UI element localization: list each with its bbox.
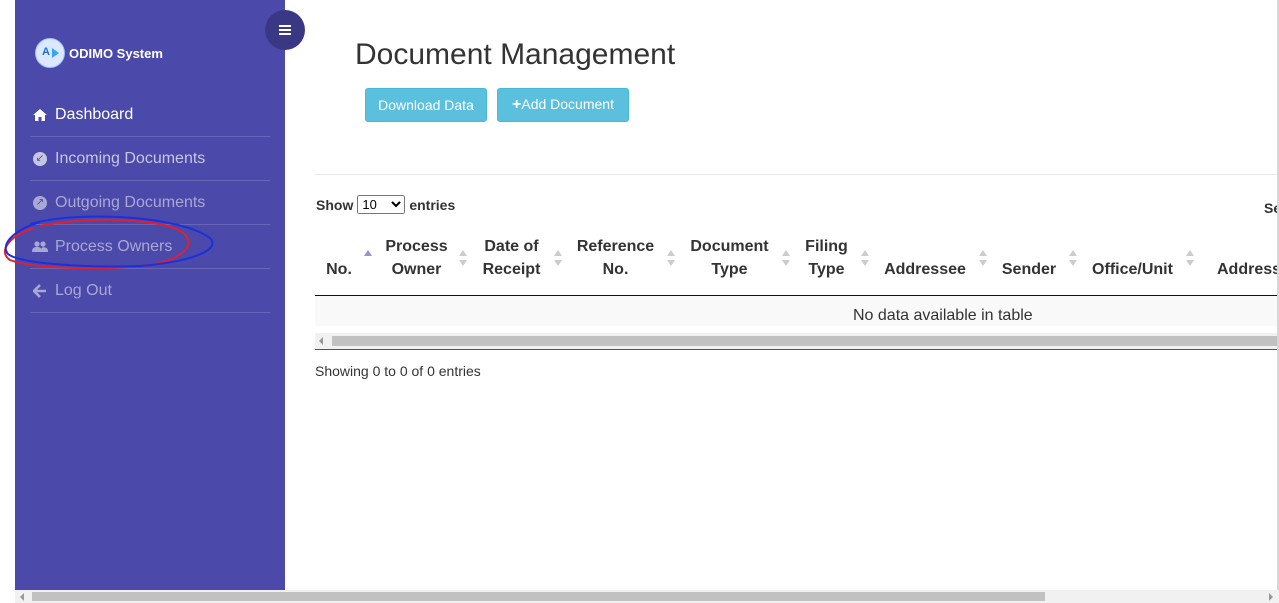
column-label: Reference No. — [576, 238, 655, 278]
page-horizontal-scrollbar[interactable] — [15, 590, 1279, 603]
sort-icon — [554, 250, 562, 268]
table-info: Showing 0 to 0 of 0 entries — [315, 363, 481, 379]
arrow-up-right-circle-icon: ↗ — [30, 195, 50, 210]
column-header-document-type[interactable]: Document Type — [678, 230, 793, 296]
table-horizontal-scrollbar[interactable] — [315, 333, 1279, 350]
scrollbar-thumb[interactable] — [32, 592, 1045, 601]
documents-table: No. Process Owner Date of Receipt Refere… — [315, 230, 1279, 326]
sort-icon — [782, 250, 790, 268]
sort-icon — [979, 250, 987, 268]
annotation-marks — [4, 215, 214, 270]
add-document-label: Add Document — [521, 96, 614, 112]
column-header-no[interactable]: No. — [315, 230, 375, 296]
sidebar-toggle-button[interactable] — [265, 10, 305, 50]
sidebar-nav: Dashboard ↙ Incoming Documents ↗ Outgoin… — [30, 93, 270, 313]
section-divider — [315, 174, 1279, 175]
column-label: Process Owner — [385, 238, 448, 278]
column-header-reference-no[interactable]: Reference No. — [565, 230, 678, 296]
sort-icon — [1186, 250, 1194, 268]
app-logo-icon: A — [35, 38, 65, 68]
entries-length-control: Show 10 entries — [316, 195, 455, 214]
sort-icon — [861, 250, 869, 268]
column-label: Addressee — [1217, 261, 1279, 278]
left-edge — [0, 0, 15, 590]
column-label: Date of Receipt — [482, 238, 541, 278]
sort-icon — [667, 250, 675, 268]
column-label: Addressee — [884, 261, 966, 278]
sidebar-item-incoming-documents[interactable]: ↙ Incoming Documents — [30, 137, 270, 181]
length-prefix: Show — [316, 196, 354, 213]
column-header-office-unit[interactable]: Office/Unit — [1080, 230, 1197, 296]
scroll-right-icon[interactable] — [1269, 593, 1273, 601]
sort-icon — [1069, 250, 1077, 268]
column-label: Filing Type — [805, 238, 848, 278]
column-label: Office/Unit — [1092, 261, 1173, 278]
column-header-addressee[interactable]: Addressee — [872, 230, 990, 296]
documents-table-scroll: No. Process Owner Date of Receipt Refere… — [315, 230, 1279, 350]
sidebar-item-label: Incoming Documents — [55, 149, 206, 167]
download-data-button[interactable]: Download Data — [365, 88, 487, 122]
home-icon — [30, 108, 50, 122]
app-name: ODIMO System — [69, 45, 163, 61]
scrollbar-thumb[interactable] — [332, 336, 1279, 346]
add-document-button[interactable]: +Add Document — [497, 88, 629, 122]
length-suffix: entries — [409, 196, 456, 213]
scroll-left-icon[interactable] — [20, 593, 24, 601]
arrow-left-icon — [30, 283, 50, 298]
arrow-down-left-circle-icon: ↙ — [30, 151, 50, 166]
table-header-row: No. Process Owner Date of Receipt Refere… — [315, 230, 1279, 296]
page-title: Document Management — [355, 38, 676, 71]
column-label: Sender — [1001, 261, 1057, 278]
menu-icon — [279, 25, 291, 35]
table-row: No data available in table — [315, 295, 1279, 326]
column-header-addressee-2[interactable]: Addressee — [1197, 230, 1279, 296]
entries-select[interactable]: 10 — [357, 195, 406, 214]
column-header-sender[interactable]: Sender — [990, 230, 1080, 296]
column-label: Document Type — [690, 238, 769, 278]
brand[interactable]: A ODIMO System — [35, 38, 163, 68]
sidebar-item-label: Log Out — [55, 281, 112, 299]
column-label: No. — [326, 261, 352, 278]
sidebar-item-label: Outgoing Documents — [55, 193, 206, 211]
plus-icon: + — [512, 96, 522, 113]
empty-table-message: No data available in table — [315, 295, 1279, 326]
sidebar: A ODIMO System Dashboard ↙ Incoming Docu… — [15, 0, 285, 590]
sidebar-item-dashboard[interactable]: Dashboard — [30, 93, 270, 137]
column-header-filing-type[interactable]: Filing Type — [793, 230, 872, 296]
column-header-process-owner[interactable]: Process Owner — [375, 230, 470, 296]
sort-icon — [459, 250, 467, 268]
sort-ascending-icon — [364, 250, 372, 268]
sidebar-item-label: Dashboard — [55, 105, 134, 123]
scroll-left-icon[interactable] — [319, 337, 323, 345]
column-header-date-of-receipt[interactable]: Date of Receipt — [470, 230, 565, 296]
